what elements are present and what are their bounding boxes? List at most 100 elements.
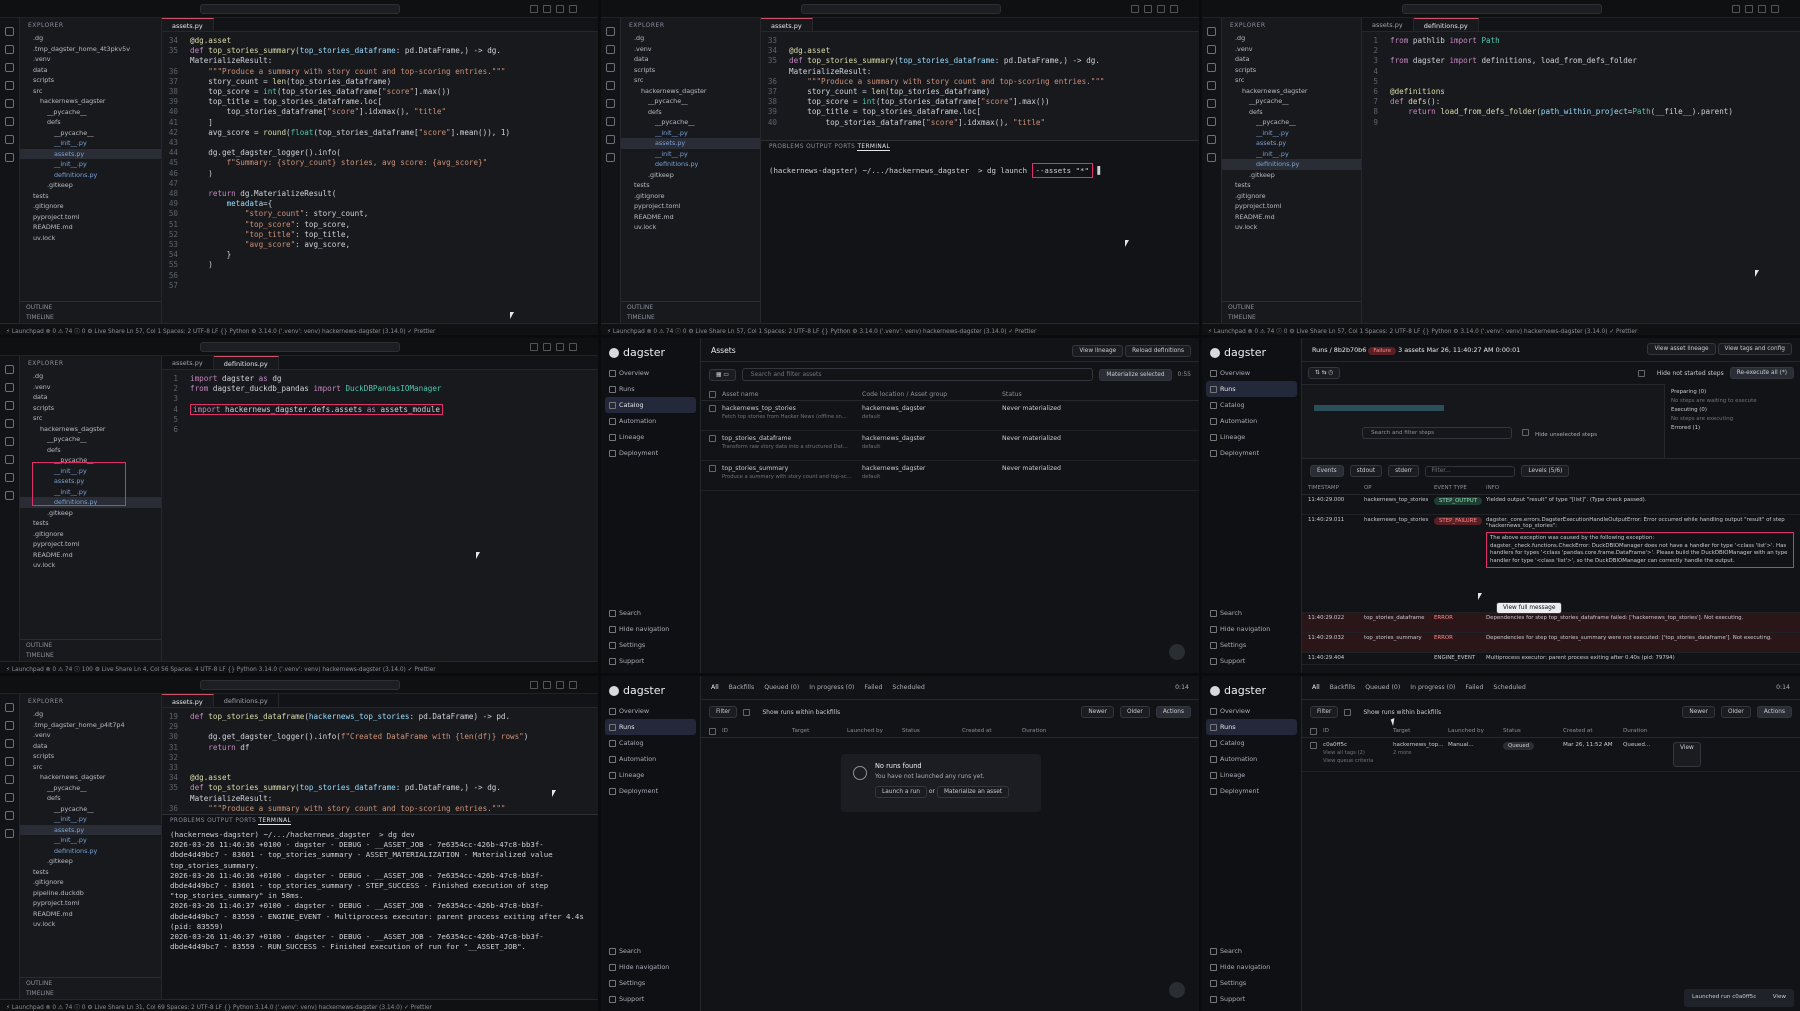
filter-button[interactable]: Filter [709,706,738,718]
tree-item[interactable]: pyproject.toml [20,212,161,223]
nav-automation[interactable]: Automation [601,751,700,767]
tree-item[interactable]: .dg [20,709,161,720]
tree-item[interactable]: .gitignore [1222,191,1361,202]
tree-item[interactable]: .gitkeep [20,180,161,191]
code-location[interactable]: hackernews_dagster [862,435,925,442]
tree-item[interactable]: __pycache__ [20,783,161,794]
tree-item[interactable]: .dg [1222,33,1361,44]
tree-item[interactable]: scripts [20,403,161,414]
nav-search[interactable]: Search [1202,943,1301,959]
tree-item[interactable]: .tmp_dagster_home_4t3pkv5v [20,44,161,55]
code-editor[interactable]: assets.py 34 @dg.asset 35 def top_stories_… [162,18,598,323]
tree-item[interactable]: __init__.py [20,814,161,825]
log-row[interactable]: 11:40:29.022 top_stories_dataframe ERROR De… [1302,613,1800,633]
log-row[interactable]: 11:40:29.011 hackernews_top_stories STEP_F… [1302,515,1800,614]
nav-catalog[interactable]: Catalog [1202,397,1301,413]
newer-button[interactable]: Newer [1682,706,1715,718]
layout-controls[interactable] [530,681,590,689]
tab-scheduled[interactable]: Scheduled [1493,684,1525,691]
tab-assets[interactable]: assets.py [162,18,214,31]
dagster-logo[interactable]: dagster [601,676,700,703]
nav-support[interactable]: Support [1202,991,1301,1007]
tab-assets[interactable]: assets.py [162,694,214,707]
tree-item[interactable]: pyproject.toml [20,539,161,550]
tree-item[interactable]: __pycache__ [621,117,760,128]
timeline-section[interactable]: TIMELINE [20,650,161,661]
tree-item[interactable]: definitions.py [621,159,760,170]
nav-hide[interactable]: Hide navigation [601,621,700,637]
file-tree[interactable]: .dg .tmp_dagster_home_p4lt7p4 .venv data scr… [20,709,161,930]
older-button[interactable]: Older [1120,706,1150,718]
asset-name[interactable]: hackernews_top_stories [722,405,796,412]
show-backfills-checkbox[interactable] [743,708,751,716]
tree-item[interactable]: .venv [621,44,760,55]
nav-automation[interactable]: Automation [1202,413,1301,429]
tree-item[interactable]: __init__.py [1222,149,1361,160]
run-assets-count[interactable]: 3 assets [1398,346,1424,354]
tree-item[interactable]: assets.py [20,824,161,835]
view-tags-button[interactable]: View tags and config [1717,343,1792,355]
gantt-controls[interactable]: ⇅ ⇆ ◷ [1308,367,1341,379]
run-target[interactable]: hackernews_top... [1393,742,1444,748]
code-editor[interactable]: assets.py 33 34 @dg.asset 35 def top_stori… [761,18,1199,323]
tree-item[interactable]: assets.py [20,148,161,159]
asset-name[interactable]: top_stories_summary [722,465,788,472]
nav-runs[interactable]: Runs [1206,381,1297,397]
log-row[interactable]: 11:40:29.404 ENGINE_EVENT Multiprocess exe… [1302,653,1800,665]
nav-hide[interactable]: Hide navigation [1202,959,1301,975]
nav-settings[interactable]: Settings [1202,975,1301,991]
help-fab[interactable] [1169,644,1185,660]
nav-deployment[interactable]: Deployment [1202,783,1301,799]
view-queue-criteria-link[interactable]: View queue criteria [1323,758,1393,764]
search-assets-input[interactable]: Search and filter assets [741,368,1094,381]
nav-support[interactable]: Support [1202,653,1301,669]
timeline-section[interactable]: TIMELINE [621,312,760,323]
run-breadcrumb[interactable]: Runs / 8b2b70b6 [1312,346,1366,354]
row-checkbox[interactable] [709,465,716,472]
dagster-logo[interactable]: dagster [1202,338,1301,365]
nav-automation[interactable]: Automation [1202,751,1301,767]
code-location[interactable]: hackernews_dagster [862,465,925,472]
nav-hide[interactable]: Hide navigation [601,959,700,975]
tree-item[interactable]: pyproject.toml [621,201,760,212]
tree-item[interactable]: .venv [1222,44,1361,55]
nav-search[interactable]: Search [1202,605,1301,621]
layout-controls[interactable] [530,343,590,351]
executing-section[interactable]: Executing (0) [1671,406,1794,415]
command-center[interactable] [1402,4,1602,14]
select-all-checkbox[interactable] [709,728,716,735]
tree-item[interactable]: .gitignore [20,877,161,888]
tree-item[interactable]: defs [621,107,760,118]
tree-item[interactable]: tests [1222,180,1361,191]
tree-item[interactable]: .venv [20,730,161,741]
tree-item[interactable]: __init__.py [1222,128,1361,139]
tree-item[interactable]: defs [20,445,161,456]
terminal-tabs[interactable]: PROBLEMS OUTPUT PORTS TERMINAL [162,815,598,827]
toast-view-button[interactable]: View [1773,994,1786,1002]
tab-definitions[interactable]: definitions.py [214,694,279,707]
tree-item[interactable]: __pycache__ [1222,96,1361,107]
nav-deployment[interactable]: Deployment [1202,445,1301,461]
tree-item[interactable]: hackernews_dagster [1222,86,1361,97]
gantt-bar[interactable] [1314,405,1444,411]
log-row[interactable]: 11:40:29.000 hackernews_top_stories STEP_O… [1302,495,1800,515]
tree-item[interactable]: scripts [20,75,161,86]
tree-item[interactable]: README.md [1222,212,1361,223]
nav-search[interactable]: Search [601,943,700,959]
select-all-checkbox[interactable] [709,391,716,398]
command-center[interactable] [200,4,400,14]
activity-bar[interactable] [0,694,20,999]
nav-support[interactable]: Support [601,653,700,669]
search-steps-input[interactable]: Search and filter steps [1362,427,1512,439]
tree-item[interactable]: uv.lock [621,222,760,233]
tree-item[interactable]: __pycache__ [621,96,760,107]
tree-item[interactable]: .dg [621,33,760,44]
nav-settings[interactable]: Settings [1202,637,1301,653]
tree-item[interactable]: __init__.py [621,128,760,139]
gantt-chart[interactable]: Search and filter steps Hide unselected … [1302,384,1664,458]
tree-item[interactable]: pyproject.toml [1222,201,1361,212]
tree-item[interactable]: __pycache__ [20,128,161,139]
tree-item[interactable]: src [20,762,161,773]
tree-item[interactable]: .gitkeep [20,856,161,867]
tree-item[interactable]: README.md [20,909,161,920]
